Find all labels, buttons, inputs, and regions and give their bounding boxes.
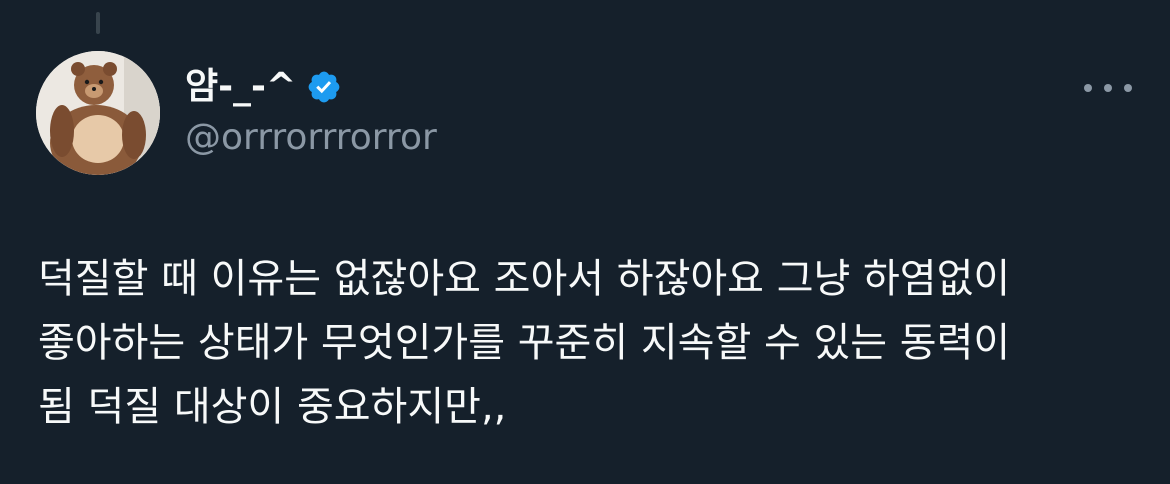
- tweet-text-line: 좋아하는 상태가 무엇인가를 꾸준히 지속할 수 있는 동력이: [38, 320, 1011, 366]
- more-options-icon[interactable]: [1082, 74, 1134, 102]
- more-dot-icon: [1084, 84, 1092, 92]
- author-name-row: 얌-_-^: [185, 63, 342, 111]
- tweet-text-line: 덕질할 때 이유는 없잖아요 조아서 하잖아요 그냥 하염없이: [38, 256, 1011, 302]
- tweet-text: 덕질할 때 이유는 없잖아요 조아서 하잖아요 그냥 하염없이 좋아하는 상태가…: [38, 247, 1148, 439]
- thread-connector-line: [96, 12, 100, 34]
- verified-badge-icon: [306, 69, 342, 105]
- more-dot-icon: [1124, 84, 1132, 92]
- author-handle[interactable]: @orrrorrrorror: [185, 114, 437, 162]
- more-dot-icon: [1104, 84, 1112, 92]
- avatar[interactable]: [36, 51, 160, 175]
- author-display-name[interactable]: 얌-_-^: [185, 63, 296, 111]
- tweet-text-line: 됨 덕질 대상이 중요하지만,,: [38, 384, 507, 430]
- teddy-bear-icon: [36, 51, 160, 175]
